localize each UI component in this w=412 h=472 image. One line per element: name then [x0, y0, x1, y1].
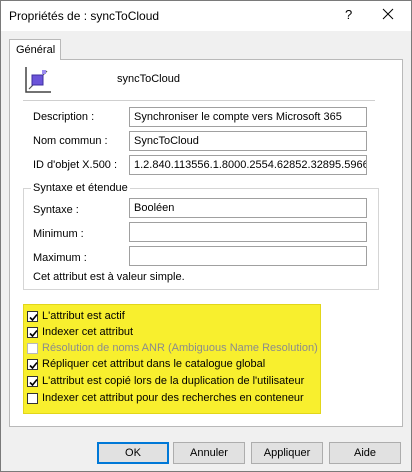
syntax-field[interactable]: Booléen [129, 198, 367, 218]
apply-button[interactable]: Appliquer [251, 442, 323, 464]
window-title: Propriétés de : syncToCloud [9, 9, 160, 23]
title-bar: Propriétés de : syncToCloud ? [1, 1, 411, 31]
description-field[interactable]: Synchroniser le compte vers Microsoft 36… [129, 107, 367, 127]
maximum-label: Maximum : [33, 252, 87, 264]
checkbox-row-active[interactable]: L'attribut est actif [27, 308, 125, 324]
checkbox-row-replicate-gc[interactable]: Répliquer cet attribut dans le catalogue… [27, 356, 265, 372]
checkbox-replicate-gc[interactable] [27, 358, 38, 370]
minimum-field[interactable] [129, 222, 367, 242]
checkbox-row-index[interactable]: Indexer cet attribut [27, 324, 133, 340]
object-name: syncToCloud [117, 73, 180, 85]
minimum-label: Minimum : [33, 228, 84, 240]
common-name-label: Nom commun : [33, 135, 108, 147]
maximum-field[interactable] [129, 246, 367, 266]
cancel-button[interactable]: Annuler [173, 442, 245, 464]
checkbox-row-copy-on-duplicate[interactable]: L'attribut est copié lors de la duplicat… [27, 373, 304, 389]
help-button[interactable]: Aide [329, 442, 401, 464]
checkbox-copy-on-duplicate[interactable] [27, 375, 38, 387]
tab-general[interactable]: Général [9, 39, 61, 60]
checkbox-label: L'attribut est copié lors de la duplicat… [42, 375, 305, 387]
syntax-group-title: Syntaxe et étendue [31, 182, 130, 194]
checkbox-label: Répliquer cet attribut dans le catalogue… [42, 358, 266, 370]
separator [23, 100, 375, 101]
help-title-button[interactable]: ? [345, 7, 352, 22]
checkbox-row-container-index[interactable]: Indexer cet attribut pour des recherches… [27, 390, 304, 406]
checkbox-label: Indexer cet attribut pour des recherches… [42, 392, 304, 404]
x500-oid-label: ID d'objet X.500 : [33, 159, 118, 171]
checkbox-anr [27, 342, 38, 354]
checkbox-row-anr: Résolution de noms ANR (Ambiguous Name R… [27, 340, 318, 356]
tab-general-label: Général [16, 44, 56, 56]
x500-oid-field[interactable]: 1.2.840.113556.1.8000.2554.62852.32895.5… [129, 155, 367, 175]
checkbox-container-index[interactable] [27, 392, 38, 404]
attribute-icon [23, 65, 53, 95]
checkbox-label: Résolution de noms ANR (Ambiguous Name R… [42, 342, 318, 354]
checkbox-active[interactable] [27, 310, 38, 322]
description-label: Description : [33, 111, 95, 123]
close-icon[interactable] [379, 5, 397, 23]
ok-button[interactable]: OK [97, 442, 169, 464]
properties-dialog: Propriétés de : syncToCloud ? Général sy… [0, 0, 412, 472]
checkbox-index[interactable] [27, 326, 38, 338]
syntax-label: Syntaxe : [33, 204, 79, 216]
single-value-note: Cet attribut est à valeur simple. [33, 271, 185, 283]
checkbox-label: L'attribut est actif [42, 310, 125, 322]
checkbox-label: Indexer cet attribut [42, 326, 134, 338]
common-name-field[interactable]: SyncToCloud [129, 131, 367, 151]
